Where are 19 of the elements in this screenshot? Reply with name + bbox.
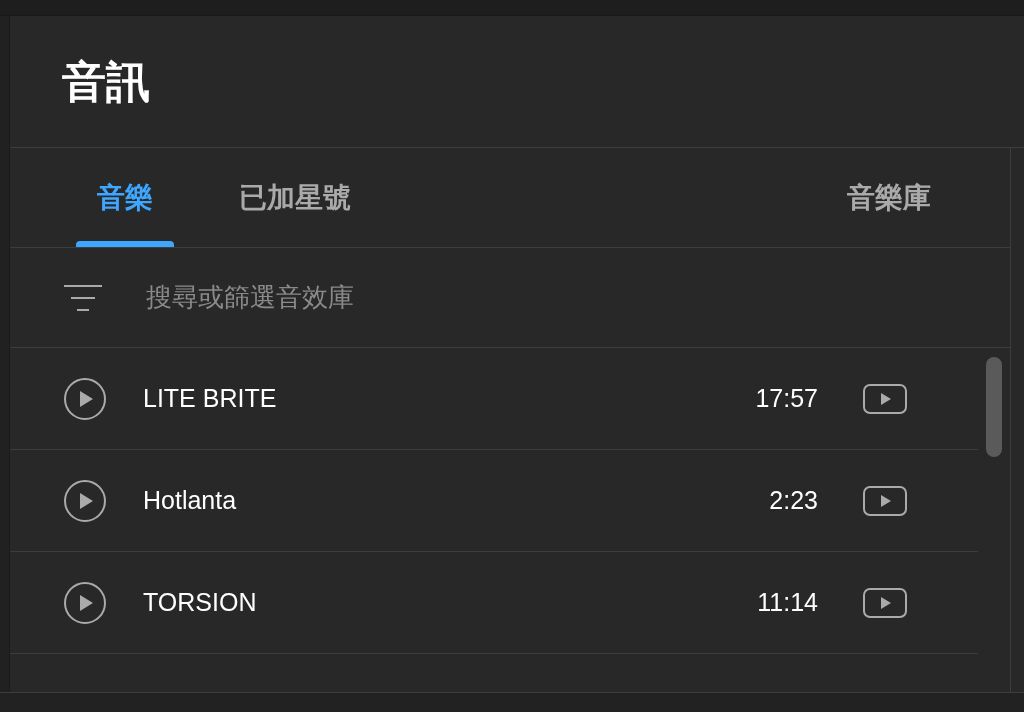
tab[interactable]: 音樂庫 [826, 148, 952, 247]
filter-icon[interactable] [64, 283, 102, 312]
scrollbar-thumb[interactable] [986, 357, 1002, 457]
video-icon[interactable] [863, 485, 907, 516]
tab[interactable]: 音樂 [76, 148, 174, 247]
track-title: TORSION [143, 586, 258, 618]
track-title: Hotlanta [143, 484, 238, 516]
track-duration: 2:23 [769, 484, 818, 516]
play-icon[interactable] [63, 478, 107, 523]
play-icon[interactable] [63, 376, 107, 421]
video-icon[interactable] [863, 587, 907, 618]
tab[interactable]: 已加星號 [218, 148, 372, 247]
track-duration: 11:14 [757, 586, 818, 618]
play-icon[interactable] [63, 580, 107, 625]
search-field[interactable]: 搜尋或篩選音效庫 [146, 278, 746, 317]
panel-title: 音訊 [62, 54, 150, 109]
video-icon[interactable] [863, 383, 907, 414]
track-duration: 17:57 [755, 382, 818, 414]
track-title: LITE BRITE [143, 382, 278, 414]
